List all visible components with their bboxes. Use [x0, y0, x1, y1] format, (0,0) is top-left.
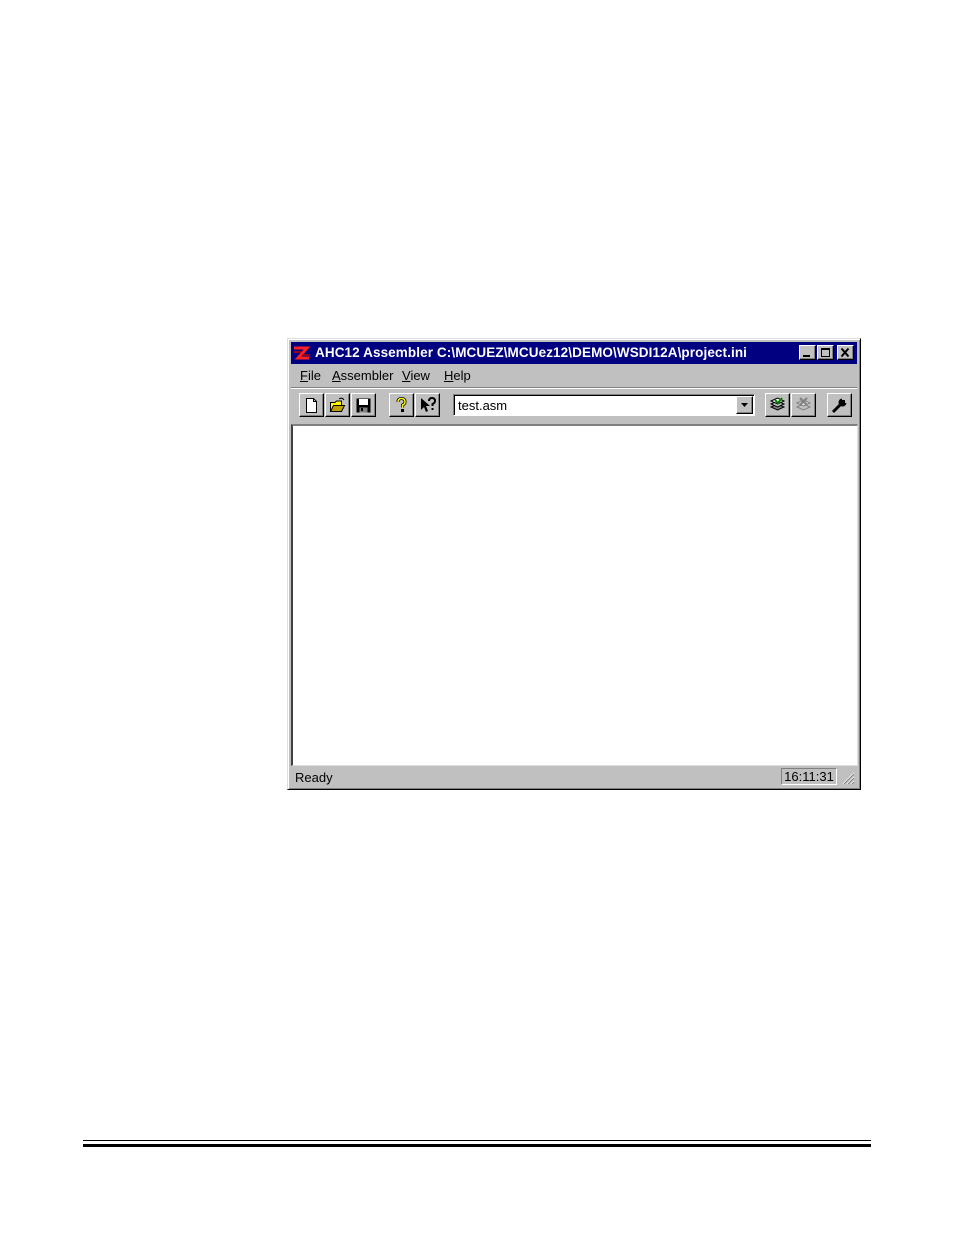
resize-grip-icon[interactable] — [841, 771, 855, 785]
menu-file-label: ile — [307, 368, 321, 383]
assembler-window: AHC12 Assembler C:\MCUEZ\MCUez12\DEMO\WS… — [287, 338, 861, 790]
menu-view[interactable]: View — [402, 368, 430, 383]
context-help-icon — [421, 397, 436, 412]
context-help-button[interactable] — [415, 393, 440, 417]
open-file-button[interactable] — [325, 393, 350, 417]
menu-help-label: elp — [453, 368, 471, 383]
options-button[interactable] — [827, 393, 852, 417]
status-bar: Ready 16:11:31 — [291, 767, 857, 787]
close-icon — [840, 347, 850, 358]
menu-file-mnemonic: F — [300, 368, 308, 383]
assemble-button[interactable] — [765, 393, 790, 417]
chevron-down-icon — [741, 403, 748, 407]
close-button[interactable] — [837, 345, 854, 360]
minimize-icon — [803, 355, 810, 357]
app-logo-icon — [294, 346, 311, 360]
menu-help-mnemonic: H — [444, 368, 454, 383]
menu-assembler-mnemonic: A — [332, 368, 341, 383]
minimize-button[interactable] — [799, 345, 816, 360]
help-icon — [396, 397, 407, 412]
status-clock: 16:11:31 — [781, 768, 837, 785]
stop-icon — [795, 397, 812, 411]
source-file-combo-value: test.asm — [458, 398, 508, 413]
assemble-icon — [769, 397, 786, 411]
new-file-button[interactable] — [299, 393, 324, 417]
options-wrench-icon — [831, 398, 847, 414]
save-file-button[interactable] — [351, 393, 376, 417]
help-button[interactable] — [389, 393, 414, 417]
toolbar: test.asm — [291, 391, 857, 421]
maximize-button[interactable] — [817, 345, 834, 360]
menu-assembler-label: ssembler — [340, 368, 394, 383]
new-file-icon — [306, 398, 317, 413]
save-disk-icon — [356, 398, 371, 413]
menu-assembler[interactable]: Assembler — [332, 368, 393, 383]
menu-separator — [291, 387, 857, 389]
footer-rule-thin — [83, 1140, 871, 1141]
window-title: AHC12 Assembler C:\MCUEZ\MCUez12\DEMO\WS… — [315, 345, 748, 360]
open-folder-icon — [329, 397, 346, 412]
source-file-combo[interactable]: test.asm — [453, 394, 755, 416]
menu-bar: File Assembler View Help — [291, 365, 857, 387]
title-bar[interactable]: AHC12 Assembler C:\MCUEZ\MCUez12\DEMO\WS… — [291, 342, 857, 364]
menu-view-label: iew — [410, 368, 430, 383]
maximize-icon — [821, 348, 830, 357]
stop-button[interactable] — [791, 393, 816, 417]
menu-file[interactable]: File — [300, 368, 321, 383]
menu-help[interactable]: Help — [444, 368, 471, 383]
footer-rule-thick — [83, 1144, 871, 1147]
output-area[interactable] — [291, 424, 858, 766]
status-text: Ready — [295, 770, 333, 785]
combo-dropdown-button[interactable] — [736, 396, 753, 414]
